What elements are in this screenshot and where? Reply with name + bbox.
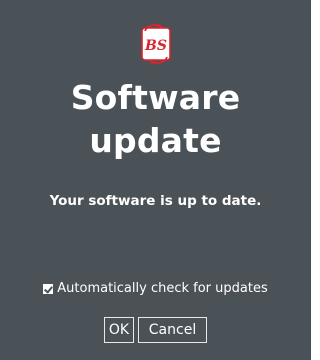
logo-text: BS [144, 38, 167, 54]
cancel-button[interactable]: Cancel [138, 317, 207, 343]
auto-check-checkbox[interactable] [43, 284, 54, 294]
dialog-title: Software update [0, 76, 311, 162]
ok-button[interactable]: OK [104, 317, 134, 343]
dialog-buttons: OK Cancel [0, 317, 311, 343]
update-status-message: Your software is up to date. [49, 193, 262, 209]
auto-check-label: Automatically check for updates [57, 281, 268, 296]
software-update-dialog: BS Software update Your software is up t… [0, 0, 311, 360]
title-line-2: update [89, 121, 222, 160]
auto-check-updates-option[interactable]: Automatically check for updates [0, 280, 311, 298]
title-line-1: Software [70, 78, 241, 117]
bs-logo-icon: BS [139, 22, 173, 66]
